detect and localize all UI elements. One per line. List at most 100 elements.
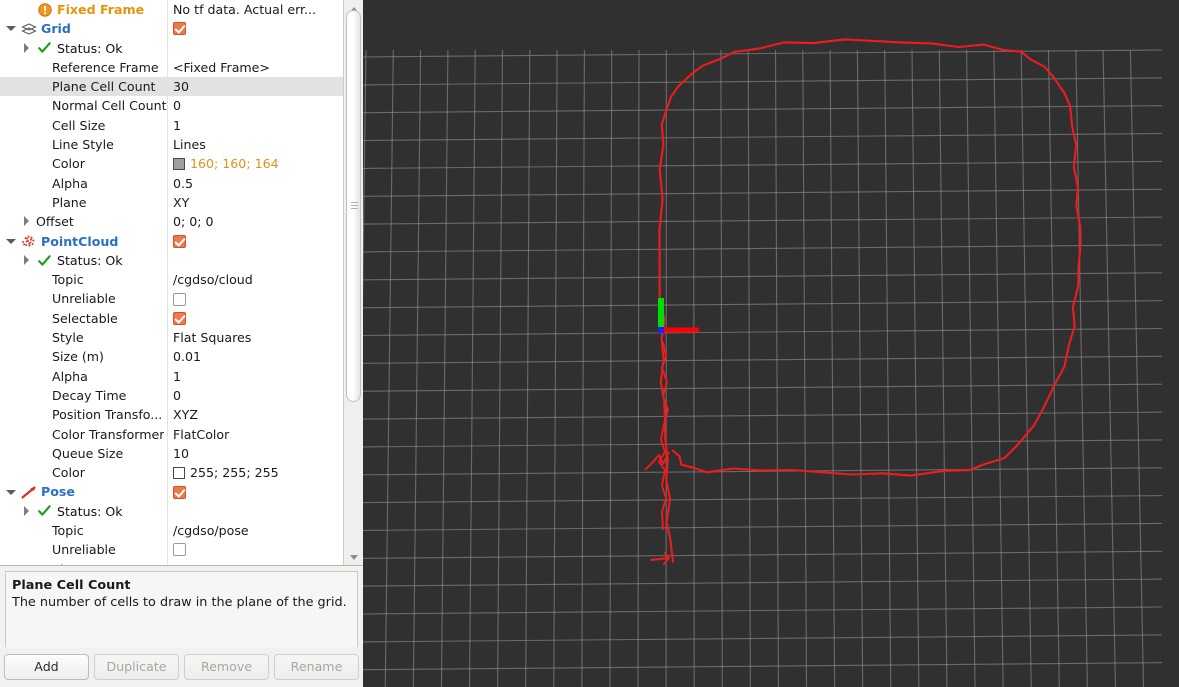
expander-down-icon[interactable]: [6, 487, 17, 498]
property-value-cell[interactable]: [168, 232, 343, 251]
property-checkbox[interactable]: [173, 22, 186, 36]
property-row[interactable]: Alpha 0.5: [0, 173, 343, 193]
property-row[interactable]: Style Flat Squares: [0, 328, 343, 348]
property-value-cell[interactable]: 255; 255; 255: [168, 463, 343, 482]
expander-right-icon[interactable]: [22, 42, 33, 54]
property-value-cell[interactable]: [168, 251, 343, 270]
property-row[interactable]: Size (m) 0.01: [0, 347, 343, 367]
property-value-cell[interactable]: 0: [168, 386, 343, 405]
expander-placeholder: [38, 390, 49, 401]
property-value-cell[interactable]: /cgdso/cloud: [168, 270, 343, 289]
property-label: Position Transfo...: [52, 407, 163, 423]
property-checkbox[interactable]: [173, 485, 186, 499]
property-row[interactable]: Topic/cgdso/cloud: [0, 270, 343, 290]
property-row[interactable]: Color Transformer FlatColor: [0, 424, 343, 444]
property-tree[interactable]: Fixed Frame No tf data. Actual err... Grid…: [0, 0, 363, 566]
property-value-cell[interactable]: Flat Squares: [168, 328, 343, 347]
property-checkbox[interactable]: [173, 311, 186, 325]
property-checkbox[interactable]: [173, 292, 186, 306]
add-button[interactable]: Add: [4, 654, 89, 680]
property-label: Color: [52, 156, 85, 172]
expander-right-icon[interactable]: [22, 255, 33, 266]
rviz-window: Fixed Frame No tf data. Actual err... Grid…: [0, 0, 1179, 687]
property-value-cell[interactable]: [168, 289, 343, 308]
property-name-cell: Queue Size: [0, 443, 168, 464]
property-value-cell[interactable]: [168, 540, 343, 559]
property-row[interactable]: Decay Time 0: [0, 385, 343, 406]
property-row[interactable]: Status: Ok: [0, 250, 343, 271]
property-value-cell[interactable]: 0: [168, 96, 343, 115]
property-name-cell: Selectable: [0, 308, 168, 329]
property-row[interactable]: PointCloud: [0, 231, 343, 251]
property-row[interactable]: Line Style Lines: [0, 135, 343, 155]
property-value-cell[interactable]: [168, 309, 343, 328]
property-name-cell: Reference Frame: [0, 57, 168, 78]
property-value-cell[interactable]: Axes: [168, 560, 343, 565]
scroll-down-arrow-icon[interactable]: [345, 549, 362, 565]
property-row[interactable]: Plane XY: [0, 192, 343, 213]
property-row[interactable]: Plane Cell Count 30: [0, 77, 343, 97]
property-row[interactable]: Selectable: [0, 308, 343, 329]
property-row[interactable]: Offset 0; 0; 0: [0, 212, 343, 232]
property-row[interactable]: Normal Cell Count 0: [0, 96, 343, 116]
remove-button: Remove: [184, 654, 269, 680]
property-value-cell[interactable]: [168, 39, 343, 58]
property-name-cell: Size (m): [0, 347, 168, 367]
property-value-cell[interactable]: 30: [168, 77, 343, 96]
property-row[interactable]: Fixed Frame No tf data. Actual err...: [0, 0, 343, 20]
property-value-cell[interactable]: /cgdso/pose: [168, 521, 343, 540]
expander-down-icon[interactable]: [6, 23, 17, 34]
property-value-cell[interactable]: No tf data. Actual err...: [168, 0, 343, 19]
property-row[interactable]: Reference Frame <Fixed Frame>: [0, 57, 343, 78]
property-value-cell[interactable]: 0.01: [168, 347, 343, 366]
property-row[interactable]: Unreliable: [0, 289, 343, 309]
property-value-cell[interactable]: FlatColor: [168, 425, 343, 444]
property-row[interactable]: Color 160; 160; 164: [0, 154, 343, 174]
property-value-text: 0; 0; 0: [173, 214, 214, 230]
property-value-cell[interactable]: [168, 502, 343, 521]
property-row[interactable]: Color 255; 255; 255: [0, 463, 343, 483]
property-row[interactable]: Status: Ok: [0, 501, 343, 522]
property-label: Shape: [52, 560, 91, 565]
property-value-cell[interactable]: 10: [168, 444, 343, 463]
duplicate-button: Duplicate: [94, 654, 179, 680]
property-row[interactable]: Unreliable: [0, 540, 343, 560]
property-tree-scrollbar[interactable]: [343, 0, 363, 565]
expander-down-icon[interactable]: [6, 236, 17, 247]
render-view-3d[interactable]: [363, 0, 1179, 687]
property-value-cell[interactable]: 0; 0; 0: [168, 212, 343, 231]
property-checkbox[interactable]: [173, 543, 186, 557]
property-row[interactable]: Shape Axes: [0, 559, 343, 565]
property-value-cell[interactable]: 0.5: [168, 174, 343, 193]
property-row[interactable]: Pose: [0, 482, 343, 502]
expander-right-icon[interactable]: [22, 505, 33, 517]
property-value-cell[interactable]: Lines: [168, 135, 343, 154]
property-label: Style: [52, 330, 84, 346]
property-value-cell[interactable]: XYZ: [168, 405, 343, 424]
property-value-text: 0: [173, 98, 182, 114]
scrollbar-thumb[interactable]: [346, 10, 361, 402]
expander-placeholder: [38, 120, 49, 131]
property-value-cell[interactable]: [168, 482, 343, 501]
property-row[interactable]: Position Transfo... XYZ: [0, 405, 343, 425]
property-checkbox[interactable]: [173, 234, 186, 248]
property-row[interactable]: Grid: [0, 19, 343, 39]
property-row[interactable]: Status: Ok: [0, 38, 343, 58]
property-row[interactable]: Topic/cgdso/pose: [0, 521, 343, 541]
property-value-cell[interactable]: XY: [168, 193, 343, 212]
expander-right-icon[interactable]: [22, 216, 33, 227]
color-swatch[interactable]: [173, 158, 185, 171]
property-value-cell[interactable]: <Fixed Frame>: [168, 58, 343, 77]
property-row[interactable]: Alpha 1: [0, 366, 343, 386]
property-label: Topic: [52, 272, 84, 288]
property-name-cell: Unreliable: [0, 540, 168, 560]
property-value-cell[interactable]: [168, 19, 343, 38]
expander-placeholder: [38, 139, 49, 150]
property-value-cell[interactable]: 160; 160; 164: [168, 154, 343, 173]
property-value-cell[interactable]: 1: [168, 367, 343, 386]
color-swatch[interactable]: [173, 466, 185, 479]
render-canvas[interactable]: [363, 0, 1162, 687]
property-row[interactable]: Queue Size 10: [0, 443, 343, 464]
property-value-cell[interactable]: 1: [168, 116, 343, 135]
property-row[interactable]: Cell Size 1: [0, 115, 343, 136]
